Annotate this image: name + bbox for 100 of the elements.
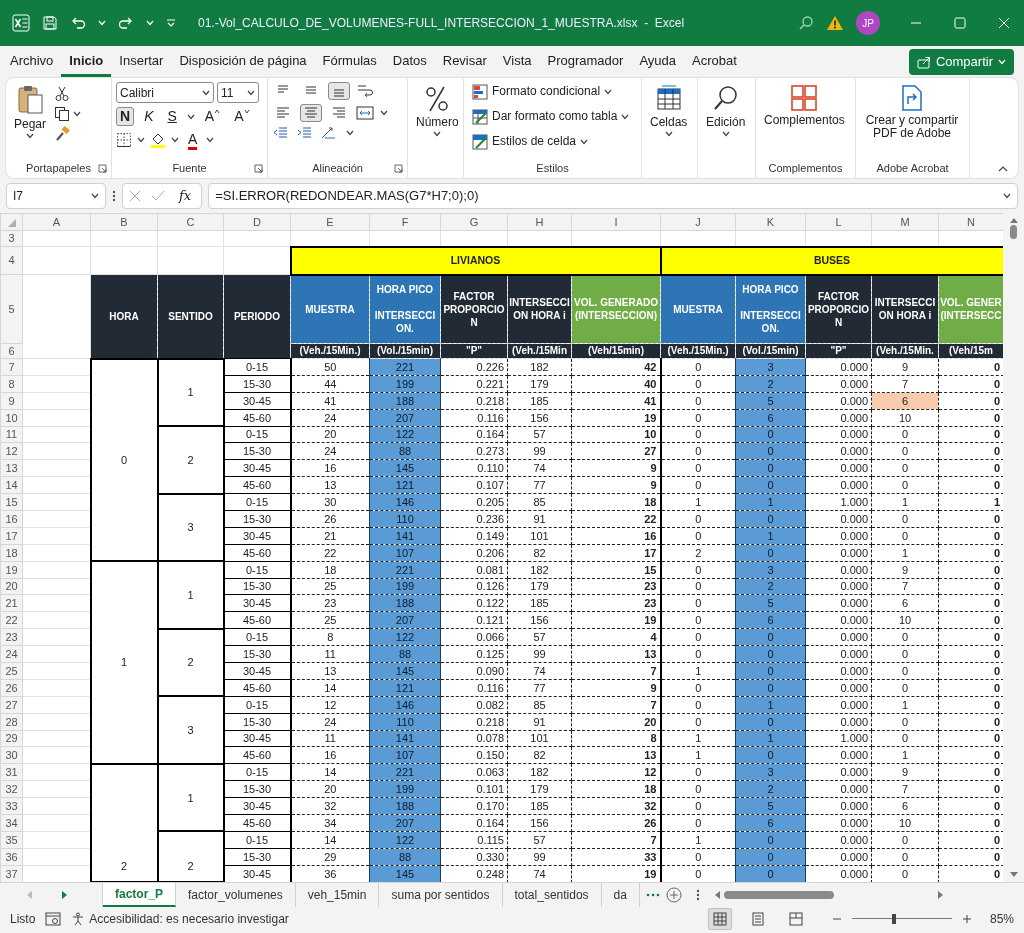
caret-icon[interactable] xyxy=(206,137,215,144)
menu-tab[interactable]: Disposición de página xyxy=(171,47,315,77)
caret-icon[interactable] xyxy=(346,130,354,136)
macro-record-icon[interactable] xyxy=(45,911,62,926)
number-format-button[interactable]: Número xyxy=(412,82,463,158)
styles-menu-button[interactable]: Formato condicional xyxy=(468,82,634,102)
column-header[interactable]: B xyxy=(90,213,158,231)
dialog-launcher-icon[interactable] xyxy=(98,163,107,173)
caret-icon[interactable] xyxy=(721,131,730,138)
scroll-up-icon[interactable] xyxy=(1009,217,1018,223)
copy-icon[interactable] xyxy=(54,106,71,122)
menu-tab[interactable]: Datos xyxy=(384,47,435,77)
column-header[interactable]: K xyxy=(735,213,806,231)
caret-icon[interactable] xyxy=(186,113,195,120)
caret-icon[interactable] xyxy=(664,131,673,138)
add-sheet-icon[interactable] xyxy=(665,886,682,903)
column-header[interactable]: H xyxy=(507,213,572,231)
caret-icon[interactable] xyxy=(621,114,630,120)
caret-icon[interactable] xyxy=(1003,193,1011,199)
column-header[interactable]: E xyxy=(290,213,370,231)
font-size-dropdown[interactable]: 11 xyxy=(217,82,259,103)
user-avatar[interactable]: JP xyxy=(856,11,880,35)
caret-icon[interactable] xyxy=(247,89,255,96)
customize-caret-icon[interactable] xyxy=(166,18,176,28)
column-header[interactable]: N xyxy=(938,213,1003,231)
scrollbar-thumb[interactable] xyxy=(1010,225,1017,239)
format-painter-icon[interactable] xyxy=(54,126,71,142)
column-header[interactable]: G xyxy=(440,213,508,231)
caret-icon[interactable] xyxy=(580,139,589,145)
formula-field[interactable]: =SI.ERROR(REDONDEAR.MAS(G7*H7;0);0) xyxy=(208,183,1018,209)
menu-tab[interactable]: Ayuda xyxy=(631,47,684,77)
row-header[interactable]: 5 xyxy=(0,274,23,344)
menu-tab[interactable]: Archivo xyxy=(2,47,62,77)
column-header[interactable]: F xyxy=(369,213,441,231)
accessibility-icon[interactable] xyxy=(71,911,86,926)
column-header[interactable]: L xyxy=(805,213,872,231)
menu-tab[interactable]: Insertar xyxy=(111,47,172,77)
caret-icon[interactable] xyxy=(26,133,34,140)
text-orientation-icon[interactable] xyxy=(320,126,338,140)
font-name-dropdown[interactable]: Calibri xyxy=(116,82,214,103)
scroll-right-icon[interactable] xyxy=(937,890,944,899)
dialog-launcher-icon[interactable] xyxy=(394,163,403,173)
paste-button[interactable]: Pegar xyxy=(10,82,51,158)
create-pdf-button[interactable]: Crear y compartir PDF de Adobe xyxy=(860,82,964,158)
column-header[interactable]: M xyxy=(871,213,939,231)
close-icon[interactable] xyxy=(998,17,1010,29)
zoom-slider-thumb[interactable] xyxy=(891,913,896,924)
editing-button[interactable]: Edición xyxy=(702,82,750,158)
more-options-icon[interactable] xyxy=(112,189,116,203)
styles-menu-button[interactable]: Estilos de celda xyxy=(468,132,634,152)
menu-tab[interactable]: Revisar xyxy=(434,47,495,77)
insert-function-button[interactable]: fx xyxy=(175,186,196,206)
undo-icon[interactable] xyxy=(70,15,86,31)
decrease-indent-icon[interactable] xyxy=(272,126,288,140)
underline-button[interactable]: S xyxy=(163,107,181,127)
caret-icon[interactable] xyxy=(433,131,442,138)
accessibility-status[interactable]: Accesibilidad: es necesario investigar xyxy=(89,909,289,928)
scrollbar-thumb[interactable] xyxy=(723,890,834,899)
menu-tab[interactable]: Fórmulas xyxy=(314,47,385,77)
next-sheet-icon[interactable] xyxy=(62,890,68,899)
more-sheets-icon[interactable] xyxy=(645,892,660,897)
caret-icon[interactable] xyxy=(604,89,613,95)
bold-button[interactable]: N xyxy=(116,107,135,127)
borders-icon[interactable] xyxy=(116,132,132,149)
name-box[interactable]: I7 xyxy=(6,183,106,209)
menu-tab[interactable]: Vista xyxy=(494,47,540,77)
maximize-icon[interactable] xyxy=(954,17,966,29)
add-ins-button[interactable]: Complementos xyxy=(760,82,849,158)
column-header[interactable]: J xyxy=(660,213,736,231)
caret-icon[interactable] xyxy=(73,111,82,117)
scroll-down-icon[interactable] xyxy=(1009,872,1018,878)
scroll-left-icon[interactable] xyxy=(713,890,720,899)
increase-indent-icon[interactable] xyxy=(296,126,312,140)
font-color-button[interactable]: A xyxy=(184,130,202,150)
column-header[interactable]: I xyxy=(571,213,661,231)
align-bottom-button[interactable] xyxy=(328,82,350,100)
caret-icon[interactable] xyxy=(202,89,210,96)
cells-button[interactable]: Celdas xyxy=(646,82,692,158)
row-header[interactable]: 4 xyxy=(0,246,23,275)
column-header[interactable]: D xyxy=(223,213,291,231)
caret-icon[interactable] xyxy=(380,110,388,116)
fill-color-icon[interactable] xyxy=(150,132,166,149)
caret-icon[interactable] xyxy=(137,137,145,144)
grow-font-button[interactable]: A xyxy=(200,107,225,127)
caret-icon[interactable] xyxy=(171,137,179,144)
normal-view-button[interactable] xyxy=(707,907,732,930)
column-header[interactable]: C xyxy=(157,213,224,231)
caret-icon[interactable] xyxy=(91,193,99,199)
collapse-ribbon-icon[interactable] xyxy=(998,166,1008,172)
zoom-in-icon[interactable] xyxy=(961,913,972,924)
italic-button[interactable]: K xyxy=(140,107,158,127)
menu-tab[interactable]: Programador xyxy=(539,47,632,77)
dialog-launcher-icon[interactable] xyxy=(254,163,263,173)
cut-icon[interactable] xyxy=(54,86,71,102)
zoom-level[interactable]: 85% xyxy=(989,909,1014,928)
share-button[interactable]: Compartir xyxy=(908,49,1014,75)
shrink-font-button[interactable]: A xyxy=(230,107,254,127)
menu-tab[interactable]: Acrobat xyxy=(684,47,745,77)
merge-cells-icon[interactable] xyxy=(356,106,374,120)
column-header[interactable]: A xyxy=(22,213,91,231)
